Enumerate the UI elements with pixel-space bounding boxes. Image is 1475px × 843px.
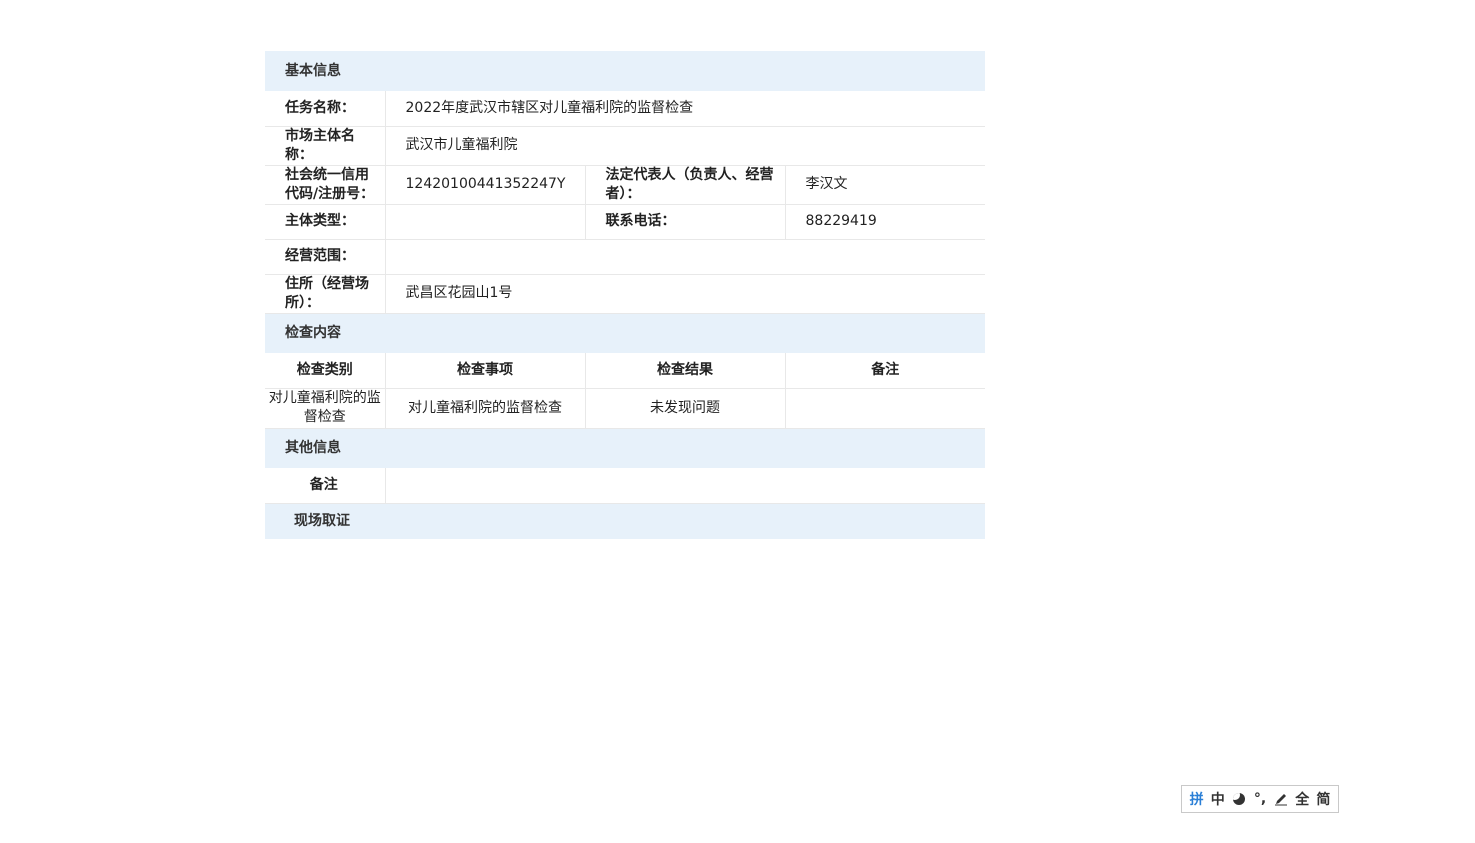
- entity-name-value: 武汉市儿童福利院: [385, 126, 985, 166]
- entity-type-label: 主体类型：: [265, 204, 386, 240]
- chinese-mode-button[interactable]: 中: [1209, 789, 1227, 809]
- section-title: 基本信息: [265, 51, 985, 91]
- legal-rep-value: 李汉文: [785, 165, 985, 205]
- entity-name-label: 市场主体名称：: [265, 126, 386, 166]
- row-entity-name: 市场主体名称： 武汉市儿童福利院: [265, 126, 985, 166]
- header-category: 检查类别: [265, 353, 386, 389]
- remark-value: [385, 468, 985, 504]
- row-task-name: 任务名称： 2022年度武汉市辖区对儿童福利院的监督检查: [265, 91, 985, 127]
- header-remark: 备注: [785, 353, 985, 389]
- row-credit-code: 社会统一信用代码/注册号： 12420100441352247Y 法定代表人（负…: [265, 165, 985, 205]
- inspection-remark-cell: [785, 388, 985, 429]
- credit-code-value: 12420100441352247Y: [385, 165, 586, 205]
- inspection-header-row: 检查类别 检查事项 检查结果 备注: [265, 353, 985, 389]
- phone-label: 联系电话：: [585, 204, 786, 240]
- inspection-record-table: 基本信息 任务名称： 2022年度武汉市辖区对儿童福利院的监督检查 市场主体名称…: [265, 51, 985, 539]
- section-basic-info: 基本信息: [265, 51, 985, 91]
- inspection-result-cell: 未发现问题: [585, 388, 786, 429]
- credit-code-label: 社会统一信用代码/注册号：: [265, 165, 386, 205]
- ime-toolbar[interactable]: 拼 中 °, 全 简: [1181, 785, 1339, 813]
- row-address: 住所（经营场所）： 武昌区花园山1号: [265, 274, 985, 314]
- section-title: 其他信息: [265, 428, 985, 468]
- address-value: 武昌区花园山1号: [385, 274, 985, 314]
- address-label: 住所（经营场所）：: [265, 274, 386, 314]
- section-onsite-evidence[interactable]: 现场取证: [265, 503, 985, 539]
- business-scope-label: 经营范围：: [265, 239, 386, 275]
- task-name-value: 2022年度武汉市辖区对儿童福利院的监督检查: [385, 91, 985, 127]
- inspection-item-cell: 对儿童福利院的监督检查: [385, 388, 586, 429]
- phone-value: 88229419: [785, 204, 985, 240]
- section-inspection-content: 检查内容: [265, 313, 985, 353]
- business-scope-value: [385, 239, 985, 275]
- row-business-scope: 经营范围：: [265, 239, 985, 275]
- row-remark: 备注: [265, 468, 985, 504]
- row-entity-type: 主体类型： 联系电话： 88229419: [265, 204, 985, 240]
- header-item: 检查事项: [385, 353, 586, 389]
- full-width-button[interactable]: 全: [1293, 789, 1311, 809]
- section-title: 检查内容: [265, 313, 985, 353]
- moon-icon[interactable]: [1230, 789, 1248, 809]
- legal-rep-label: 法定代表人（负责人、经营者）：: [585, 165, 786, 205]
- pinyin-mode-button[interactable]: 拼: [1188, 789, 1206, 809]
- punctuation-button[interactable]: °,: [1251, 789, 1269, 809]
- section-title[interactable]: 现场取证: [265, 503, 985, 539]
- remark-label: 备注: [265, 468, 386, 504]
- entity-type-value: [385, 204, 586, 240]
- section-other-info: 其他信息: [265, 428, 985, 468]
- table-row: 对儿童福利院的监督检查 对儿童福利院的监督检查 未发现问题: [265, 388, 985, 429]
- header-result: 检查结果: [585, 353, 786, 389]
- simplified-button[interactable]: 简: [1314, 789, 1332, 809]
- pen-icon[interactable]: [1272, 789, 1290, 809]
- inspection-category-cell: 对儿童福利院的监督检查: [265, 388, 386, 429]
- task-name-label: 任务名称：: [265, 91, 386, 127]
